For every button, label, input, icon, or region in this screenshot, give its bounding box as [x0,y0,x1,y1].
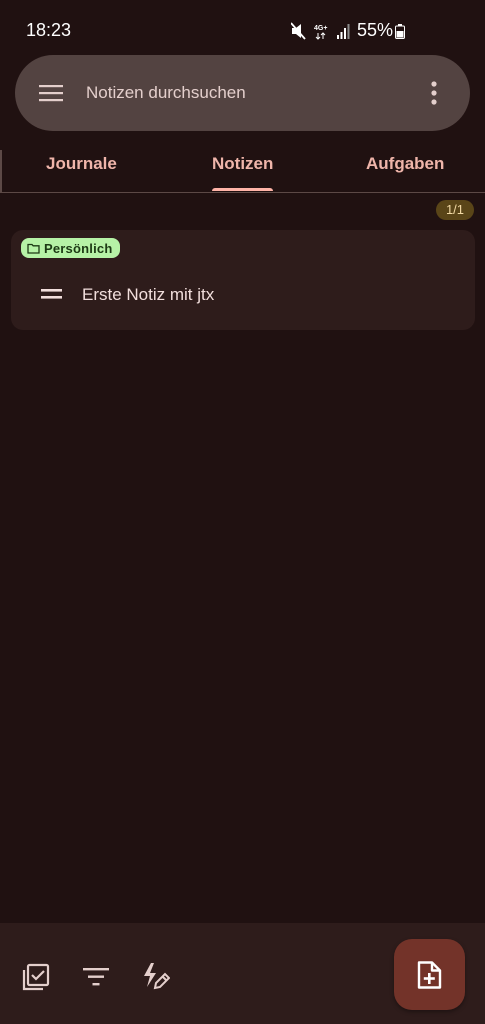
status-icons: 4G+ [291,22,350,40]
checklist-icon[interactable] [22,963,50,991]
add-note-icon [417,961,442,989]
category-label: Persönlich [44,240,113,256]
screen: 18:23 4G+ 55% Notizen durchsuchen Journa… [0,0,485,1024]
add-note-button[interactable] [394,939,465,1010]
tab-notizen[interactable]: Notizen [212,154,273,174]
battery-percent: 55% [357,20,394,40]
status-time: 18:23 [26,20,72,40]
more-vertical-icon[interactable] [422,81,446,105]
svg-text:4G+: 4G+ [314,25,327,32]
search-input[interactable]: Notizen durchsuchen [86,83,246,103]
folder-icon [27,243,40,254]
category-chip: Persönlich [21,238,121,258]
battery-icon [395,24,405,39]
search-bar[interactable]: Notizen durchsuchen [15,55,470,131]
status-bar: 18:23 4G+ 55% [0,0,485,62]
hamburger-menu-icon[interactable] [39,81,63,105]
note-title: Erste Notiz mit jtx [82,285,215,304]
note-card[interactable]: Persönlich Erste Notiz mit jtx [11,230,475,330]
tab-bar: Journale Notizen Aufgaben [0,140,485,193]
mute-icon [291,22,306,40]
count-badge: 1/1 [436,200,474,220]
network-icon: 4G+ [314,25,327,40]
filter-icon[interactable] [82,963,110,991]
tab-indicator [212,188,273,191]
quick-edit-icon[interactable] [142,963,170,991]
signal-icon [337,24,350,39]
tab-journale[interactable]: Journale [46,154,117,174]
tab-aufgaben[interactable]: Aufgaben [366,154,444,174]
drag-handle-icon[interactable] [41,288,62,300]
